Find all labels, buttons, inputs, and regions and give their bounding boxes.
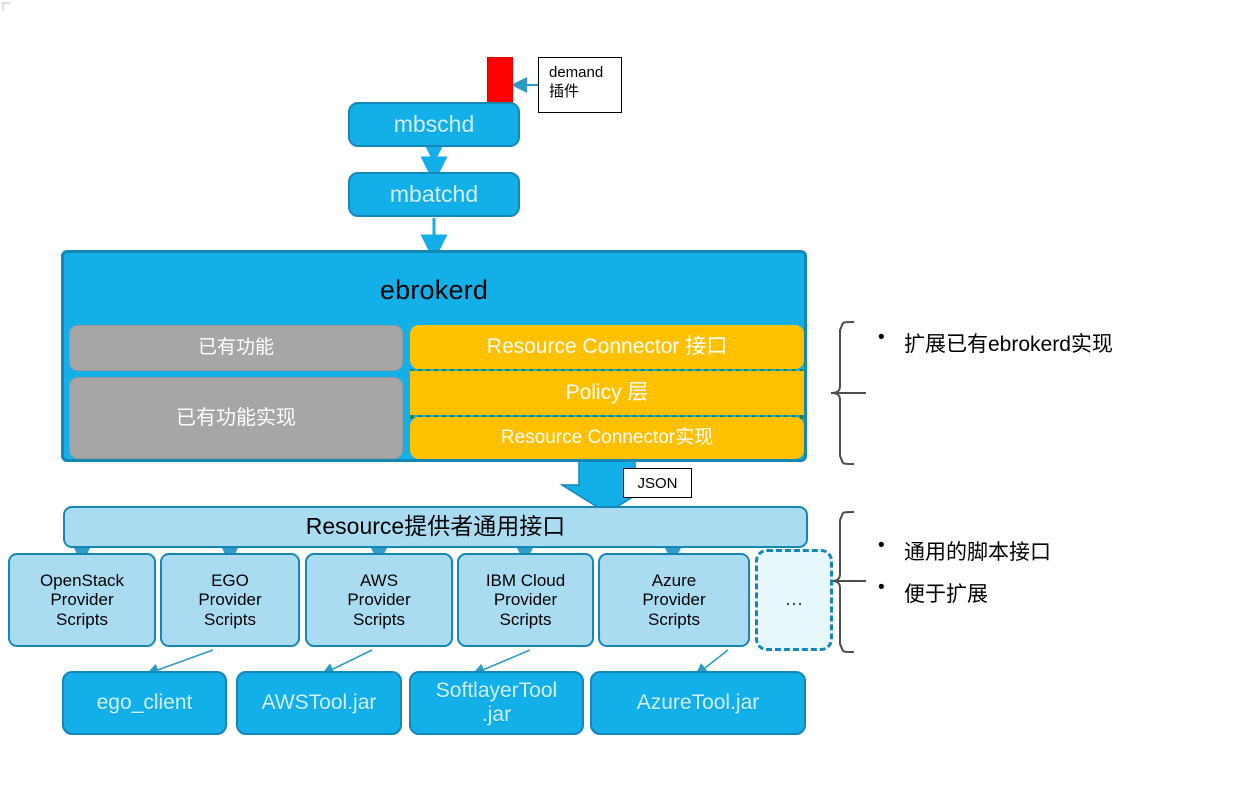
- tool-softlayertool-label: SoftlayerTool .jar: [435, 679, 558, 726]
- annotation-extend-ebrokerd-text: 扩展已有ebrokerd实现: [904, 333, 1113, 356]
- node-mbatchd[interactable]: mbatchd: [348, 172, 520, 217]
- annotation-extend-ebrokerd: • 扩展已有ebrokerd实现: [878, 327, 1228, 358]
- resource-connector-stack: Resource Connector 接口 Policy 层 Resource …: [410, 325, 804, 459]
- corner-artifact: [2, 2, 11, 11]
- node-mbschd[interactable]: mbschd: [348, 102, 520, 147]
- block-rc-interface[interactable]: Resource Connector 接口: [410, 325, 804, 369]
- block-existing-function-label: 已有功能: [197, 337, 274, 359]
- annotation-bullet: •: [878, 577, 885, 598]
- provider-azure-label: Azure Provider Scripts: [642, 571, 706, 629]
- annotation-easy-to-extend-text: 便于扩展: [904, 583, 988, 606]
- tool-awstool[interactable]: AWSTool.jar: [236, 671, 402, 735]
- provider-openstack-label: OpenStack Provider Scripts: [39, 571, 125, 629]
- json-tag: JSON: [623, 468, 692, 498]
- block-policy-layer-label: Policy 层: [565, 381, 649, 405]
- provider-aws[interactable]: AWS Provider Scripts: [305, 553, 453, 647]
- provider-azure[interactable]: Azure Provider Scripts: [598, 553, 750, 647]
- annotation-group-top: • 扩展已有ebrokerd实现: [878, 327, 1228, 358]
- demand-callout-line1: demand: [549, 64, 604, 81]
- json-tag-label: JSON: [637, 474, 678, 492]
- diagram-canvas: demand 插件 mbschd mbatchd ebrokerd 已有功能 已…: [0, 0, 1244, 796]
- annotation-easy-to-extend: • 便于扩展: [878, 577, 1228, 608]
- annotation-bullet: •: [878, 327, 885, 348]
- provider-ibm-cloud-label: IBM Cloud Provider Scripts: [485, 571, 566, 629]
- demand-callout-line2: 插件: [549, 82, 580, 100]
- provider-ego-label: EGO Provider Scripts: [198, 571, 262, 629]
- provider-ego[interactable]: EGO Provider Scripts: [160, 553, 300, 647]
- node-ebrokerd[interactable]: ebrokerd 已有功能 已有功能实现 Resource Connector …: [61, 250, 807, 462]
- node-ebrokerd-label: ebrokerd: [64, 267, 804, 313]
- node-mbatchd-label: mbatchd: [389, 180, 479, 207]
- node-mbschd-label: mbschd: [393, 110, 475, 137]
- tool-ego-client[interactable]: ego_client: [62, 671, 227, 735]
- provider-openstack[interactable]: OpenStack Provider Scripts: [8, 553, 156, 647]
- tool-softlayertool[interactable]: SoftlayerTool .jar: [409, 671, 584, 735]
- block-rc-impl-label: Resource Connector实现: [500, 427, 714, 449]
- provider-more-placeholder[interactable]: …: [755, 549, 833, 651]
- annotation-bullet: •: [878, 535, 885, 556]
- provider-ibm-cloud[interactable]: IBM Cloud Provider Scripts: [457, 553, 594, 647]
- provider-more-label: …: [784, 589, 804, 611]
- annotation-common-script-interface-text: 通用的脚本接口: [904, 541, 1051, 564]
- ebrokerd-title-text: ebrokerd: [379, 274, 489, 305]
- tool-azuretool-label: AzureTool.jar: [636, 691, 760, 715]
- block-rc-impl[interactable]: Resource Connector实现: [410, 417, 804, 459]
- provider-common-interface[interactable]: Resource提供者通用接口: [63, 506, 808, 548]
- provider-common-interface-label: Resource提供者通用接口: [305, 513, 566, 540]
- block-existing-function[interactable]: 已有功能: [69, 325, 403, 371]
- tool-azuretool[interactable]: AzureTool.jar: [590, 671, 806, 735]
- tool-ego-client-label: ego_client: [96, 691, 193, 715]
- block-policy-layer[interactable]: Policy 层: [410, 371, 804, 415]
- block-rc-interface-label: Resource Connector 接口: [486, 335, 728, 359]
- annotation-common-script-interface: • 通用的脚本接口: [878, 535, 1228, 566]
- provider-aws-label: AWS Provider Scripts: [347, 571, 411, 629]
- tool-awstool-label: AWSTool.jar: [261, 691, 377, 715]
- demand-callout: demand 插件: [538, 57, 622, 113]
- annotation-group-bottom: • 通用的脚本接口 • 便于扩展: [878, 535, 1228, 608]
- block-existing-function-impl-label: 已有功能实现: [176, 406, 296, 429]
- block-existing-function-impl[interactable]: 已有功能实现: [69, 377, 403, 459]
